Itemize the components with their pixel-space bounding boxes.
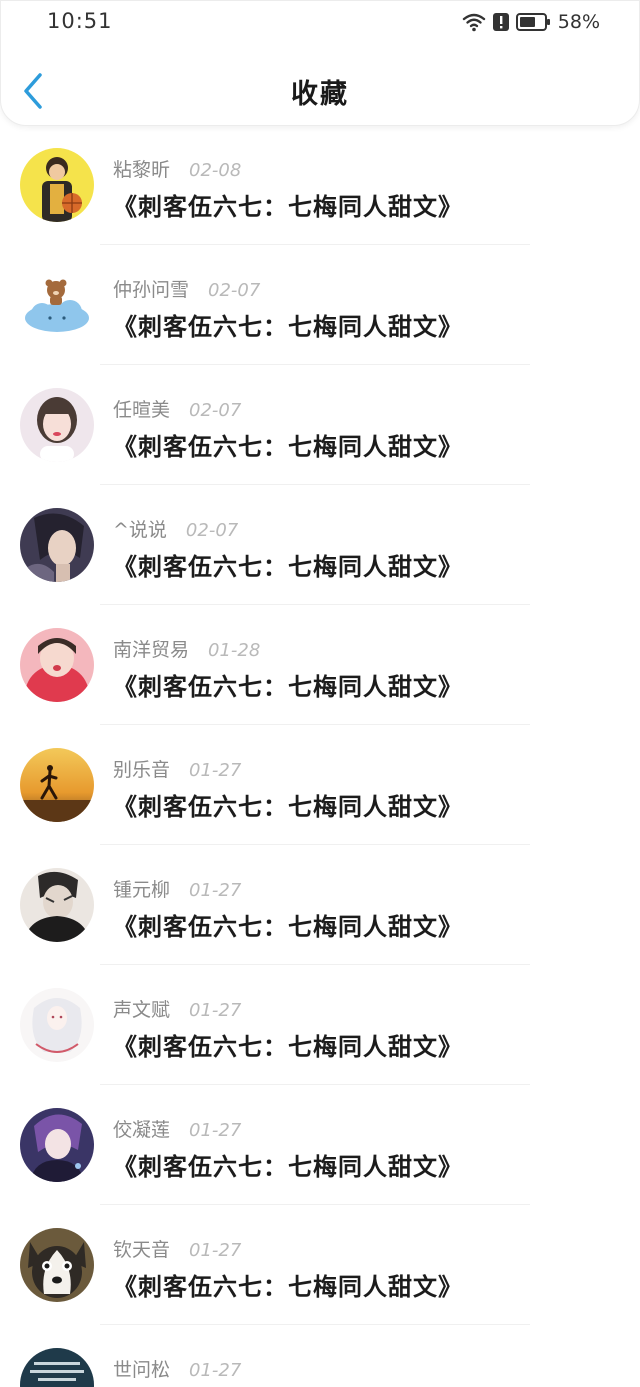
date: 01-27: [189, 1000, 242, 1021]
item-title[interactable]: 《刺客伍六七：七梅同人甜文》: [113, 427, 463, 462]
username: 仲孙问雪: [113, 279, 190, 301]
text-poster-avatar[interactable]: [20, 1348, 94, 1387]
page-title: 收藏: [291, 79, 349, 110]
status-bar: 10:51 58%: [0, 0, 640, 44]
item-meta: 世问松 01-27: [113, 1355, 241, 1382]
anime-man-avatar[interactable]: [20, 508, 94, 582]
item-title[interactable]: 《刺客伍六七：七梅同人甜文》: [113, 787, 463, 822]
husky-dog-avatar[interactable]: [20, 1228, 94, 1302]
list-item[interactable]: 世问松 01-27: [0, 1325, 640, 1387]
date: 01-28: [208, 640, 261, 661]
boy-basketball-avatar[interactable]: [20, 148, 94, 222]
item-meta: ^说说 02-07: [113, 515, 238, 542]
item-meta: 锺元柳 01-27: [113, 875, 241, 902]
list-item[interactable]: 声文赋 01-27 《刺客伍六七：七梅同人甜文》: [0, 965, 640, 1085]
favorites-screen: 10:51 58% 收藏 粘黎昕 02-08 《刺客伍六七：七梅同人甜文》 仲孙…: [0, 0, 640, 1387]
username: 别乐音: [113, 759, 171, 781]
username: 锺元柳: [113, 879, 171, 901]
username: 粘黎昕: [113, 159, 171, 181]
item-title[interactable]: 《刺客伍六七：七梅同人甜文》: [113, 1267, 463, 1302]
white-hair-avatar[interactable]: [20, 988, 94, 1062]
item-title[interactable]: 《刺客伍六七：七梅同人甜文》: [113, 667, 463, 702]
list-item[interactable]: 佼凝莲 01-27 《刺客伍六七：七梅同人甜文》: [0, 1085, 640, 1205]
item-meta: 别乐音 01-27: [113, 755, 241, 782]
item-meta: 钦天音 01-27: [113, 1235, 241, 1262]
wifi-icon: [462, 13, 485, 32]
item-meta: 南洋贸易 01-28: [113, 635, 260, 662]
status-time: 10:51: [47, 9, 113, 33]
list-item[interactable]: 任暄美 02-07 《刺客伍六七：七梅同人甜文》: [0, 365, 640, 485]
status-icons: 58%: [462, 9, 600, 35]
date: 01-27: [189, 760, 242, 781]
girl-red-hood-avatar[interactable]: [20, 628, 94, 702]
item-title[interactable]: 《刺客伍六七：七梅同人甜文》: [113, 307, 463, 342]
list-item[interactable]: 别乐音 01-27 《刺客伍六七：七梅同人甜文》: [0, 725, 640, 845]
item-title[interactable]: 《刺客伍六七：七梅同人甜文》: [113, 907, 463, 942]
username: 声文赋: [113, 999, 171, 1021]
favorites-list: 粘黎昕 02-08 《刺客伍六七：七梅同人甜文》 仲孙问雪 02-07 《刺客伍…: [0, 125, 640, 1387]
item-meta: 粘黎昕 02-08: [113, 155, 241, 182]
username: 钦天音: [113, 1239, 171, 1261]
date: 01-27: [189, 1120, 242, 1141]
date: 01-27: [189, 1240, 242, 1261]
item-meta: 仲孙问雪 02-07: [113, 275, 260, 302]
date: 02-08: [189, 160, 242, 181]
sketch-man-avatar[interactable]: [20, 868, 94, 942]
item-meta: 佼凝莲 01-27: [113, 1115, 241, 1142]
list-item[interactable]: 锺元柳 01-27 《刺客伍六七：七梅同人甜文》: [0, 845, 640, 965]
username: 世问松: [113, 1359, 171, 1381]
battery-percent: 58%: [557, 11, 600, 33]
bear-cloud-avatar[interactable]: [20, 268, 94, 342]
username: ^说说: [113, 519, 167, 541]
alert-icon: [492, 13, 509, 31]
nav-bar: 收藏: [0, 55, 640, 125]
sunset-runner-avatar[interactable]: [20, 748, 94, 822]
username: 佼凝莲: [113, 1119, 171, 1141]
date: 01-27: [189, 880, 242, 901]
list-item[interactable]: 仲孙问雪 02-07 《刺客伍六七：七梅同人甜文》: [0, 245, 640, 365]
list-item[interactable]: 南洋贸易 01-28 《刺客伍六七：七梅同人甜文》: [0, 605, 640, 725]
date: 01-27: [189, 1360, 242, 1381]
item-title[interactable]: 《刺客伍六七：七梅同人甜文》: [113, 547, 463, 582]
girl-portrait-avatar[interactable]: [20, 388, 94, 462]
list-item[interactable]: ^说说 02-07 《刺客伍六七：七梅同人甜文》: [0, 485, 640, 605]
username: 任暄美: [113, 399, 171, 421]
item-meta: 任暄美 02-07: [113, 395, 241, 422]
list-item[interactable]: 粘黎昕 02-08 《刺客伍六七：七梅同人甜文》: [0, 125, 640, 245]
item-title[interactable]: 《刺客伍六七：七梅同人甜文》: [113, 1027, 463, 1062]
purple-anime-avatar[interactable]: [20, 1108, 94, 1182]
item-title[interactable]: 《刺客伍六七：七梅同人甜文》: [113, 1147, 463, 1182]
battery-icon: [515, 13, 550, 31]
date: 02-07: [185, 520, 239, 541]
date: 02-07: [208, 280, 261, 301]
item-meta: 声文赋 01-27: [113, 995, 241, 1022]
list-item[interactable]: 钦天音 01-27 《刺客伍六七：七梅同人甜文》: [0, 1205, 640, 1325]
date: 02-07: [189, 400, 242, 421]
username: 南洋贸易: [113, 639, 190, 661]
item-title[interactable]: 《刺客伍六七：七梅同人甜文》: [113, 187, 463, 222]
